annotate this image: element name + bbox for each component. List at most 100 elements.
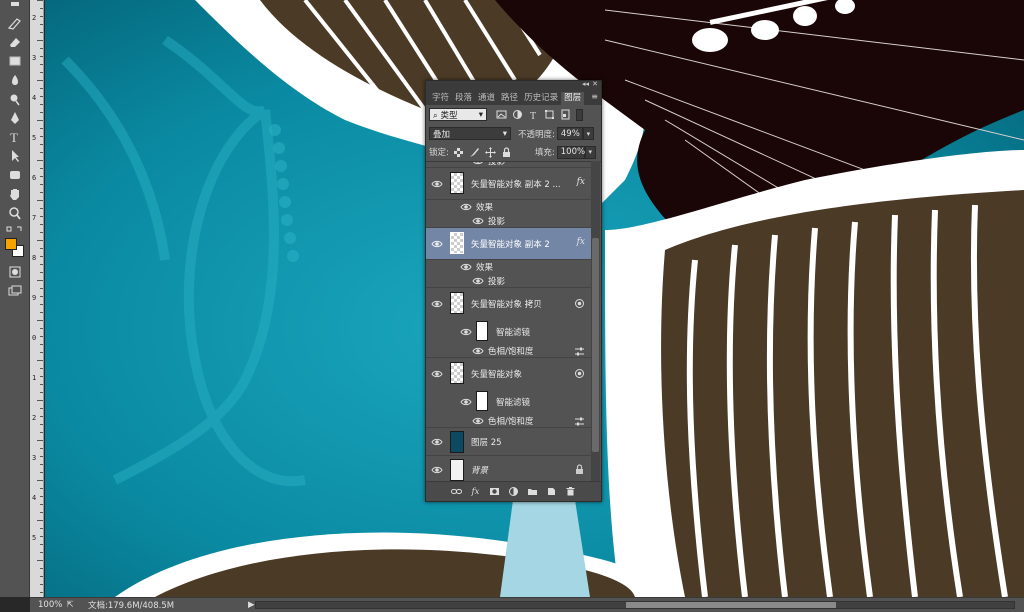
trash-icon[interactable] bbox=[565, 486, 577, 498]
lock-position-icon[interactable] bbox=[484, 146, 497, 158]
smart-filter-row[interactable]: 智能滤镜 bbox=[426, 320, 591, 344]
eye-icon[interactable] bbox=[460, 201, 472, 213]
panel-title-bar[interactable]: ◂◂ ✕ bbox=[426, 80, 601, 91]
layer-thumbnail[interactable] bbox=[450, 459, 464, 481]
export-icon[interactable]: ⇱ bbox=[62, 600, 78, 610]
foreground-color-swatch[interactable] bbox=[5, 238, 17, 250]
eye-icon[interactable] bbox=[431, 436, 443, 448]
eye-icon[interactable] bbox=[472, 162, 484, 167]
layer-thumbnail[interactable] bbox=[450, 292, 464, 314]
layers-scroll-thumb[interactable] bbox=[592, 238, 599, 452]
layers-scrollbar[interactable] bbox=[591, 161, 600, 483]
zoom-level[interactable]: 100% bbox=[30, 600, 62, 610]
zoom-tool-icon[interactable] bbox=[5, 205, 25, 221]
layer-row[interactable]: 矢量智能对象 拷贝 bbox=[426, 288, 591, 320]
path-selection-tool-icon[interactable] bbox=[5, 148, 25, 164]
background-layer-row[interactable]: 背景 bbox=[426, 456, 591, 483]
layer-row[interactable]: 矢量智能对象 bbox=[426, 358, 591, 390]
filter-item-row[interactable]: 色相/饱和度 bbox=[426, 414, 591, 428]
layer-thumbnail[interactable] bbox=[450, 232, 464, 254]
new-layer-icon[interactable] bbox=[546, 486, 558, 498]
layer-name[interactable]: 矢量智能对象 拷贝 bbox=[471, 298, 542, 310]
filter-shape-icon[interactable] bbox=[543, 109, 556, 121]
smart-filter-visibility-icon[interactable] bbox=[574, 368, 585, 379]
layer-name[interactable]: 矢量智能对象 副本 2 ... bbox=[471, 178, 561, 190]
filter-options-icon[interactable] bbox=[574, 346, 585, 357]
eye-icon[interactable] bbox=[460, 261, 472, 273]
filter-smart-object-icon[interactable] bbox=[559, 109, 572, 121]
fx-icon[interactable]: fx bbox=[577, 237, 585, 247]
eye-icon[interactable] bbox=[472, 415, 484, 427]
panel-menu-icon[interactable]: ≡ bbox=[591, 92, 598, 101]
tab-layers[interactable]: 图层 bbox=[561, 92, 585, 105]
filter-item-row[interactable]: 色相/饱和度 bbox=[426, 344, 591, 358]
eye-icon[interactable] bbox=[431, 298, 443, 310]
filter-pixel-icon[interactable] bbox=[495, 109, 508, 121]
link-layers-icon[interactable] bbox=[451, 486, 463, 498]
layer-name[interactable]: 背景 bbox=[471, 464, 488, 476]
tab-paths[interactable]: 路径 bbox=[498, 92, 521, 105]
eye-icon[interactable] bbox=[460, 326, 472, 338]
layer-name[interactable]: 矢量智能对象 bbox=[471, 368, 522, 380]
eye-icon[interactable] bbox=[472, 275, 484, 287]
swap-colors-icon[interactable] bbox=[5, 222, 25, 232]
horizontal-scrollbar[interactable] bbox=[255, 601, 1015, 609]
screen-mode-icon[interactable] bbox=[5, 283, 25, 299]
vertical-ruler[interactable]: 2 3 4 5 6 7 8 9 0 1 2 3 4 5 bbox=[30, 0, 44, 597]
type-tool-icon[interactable]: T bbox=[5, 129, 25, 145]
filter-kind-select[interactable]: ⌕ 类型 ▾ bbox=[429, 108, 487, 121]
blur-tool-icon[interactable] bbox=[5, 72, 25, 88]
eye-icon[interactable] bbox=[431, 238, 443, 250]
layer-effects-group[interactable]: 效果 bbox=[426, 200, 591, 214]
tab-character[interactable]: 字符 bbox=[429, 92, 452, 105]
gradient-tool-icon[interactable] bbox=[5, 53, 25, 69]
layer-row[interactable]: 矢量智能对象 副本 2 ... fx bbox=[426, 168, 591, 200]
layer-name[interactable]: 矢量智能对象 副本 2 bbox=[471, 238, 550, 250]
filter-adjustment-icon[interactable] bbox=[511, 109, 524, 121]
smart-filter-row[interactable]: 智能滤镜 bbox=[426, 390, 591, 414]
dodge-tool-icon[interactable] bbox=[5, 91, 25, 107]
layers-list[interactable]: 投影 矢量智能对象 副本 2 ... fx 效果 投影 矢量智能对象 副本 2 … bbox=[426, 161, 591, 483]
fx-icon[interactable]: fx bbox=[577, 177, 585, 187]
lock-all-icon[interactable] bbox=[500, 146, 513, 158]
filter-type-icon[interactable]: T bbox=[527, 109, 540, 121]
fill-slider-arrow-icon[interactable]: ▾ bbox=[584, 145, 596, 159]
rectangle-tool-icon[interactable] bbox=[5, 167, 25, 183]
close-panel-icon[interactable]: ✕ bbox=[592, 80, 598, 88]
eye-icon[interactable] bbox=[472, 215, 484, 227]
lock-image-pixels-icon[interactable] bbox=[468, 146, 481, 158]
layer-effect-drop-shadow[interactable]: 投影 bbox=[426, 214, 591, 228]
eye-icon[interactable] bbox=[472, 345, 484, 357]
layer-thumbnail[interactable] bbox=[450, 431, 464, 453]
filter-mask-thumbnail[interactable] bbox=[476, 391, 488, 411]
filter-mask-thumbnail[interactable] bbox=[476, 321, 488, 341]
fx-icon[interactable]: fx bbox=[470, 486, 482, 498]
horizontal-scroll-thumb[interactable] bbox=[626, 602, 836, 608]
tab-history[interactable]: 历史记录 bbox=[521, 92, 561, 105]
layer-thumbnail[interactable] bbox=[450, 362, 464, 384]
filter-options-icon[interactable] bbox=[574, 416, 585, 427]
hand-tool-icon[interactable] bbox=[5, 186, 25, 202]
smart-filter-visibility-icon[interactable] bbox=[574, 298, 585, 309]
layer-effect-drop-shadow[interactable]: 投影 bbox=[426, 162, 591, 168]
layer-effects-group[interactable]: 效果 bbox=[426, 260, 591, 274]
eye-icon[interactable] bbox=[431, 464, 443, 476]
lock-transparent-pixels-icon[interactable] bbox=[452, 146, 465, 158]
layer-name[interactable]: 图层 25 bbox=[471, 436, 502, 448]
eye-icon[interactable] bbox=[431, 178, 443, 190]
adjustment-layer-icon[interactable] bbox=[508, 486, 520, 498]
layer-thumbnail[interactable] bbox=[450, 172, 464, 194]
collapse-panel-icon[interactable]: ◂◂ bbox=[582, 80, 589, 88]
eraser-tool-icon[interactable] bbox=[5, 0, 25, 16]
add-mask-icon[interactable] bbox=[489, 486, 501, 498]
tab-paragraph[interactable]: 段落 bbox=[452, 92, 475, 105]
eye-icon[interactable] bbox=[460, 396, 472, 408]
filter-toggle[interactable] bbox=[576, 108, 583, 121]
layer-row[interactable]: 图层 25 bbox=[426, 428, 591, 456]
pen-tool-icon[interactable] bbox=[5, 110, 25, 126]
quick-mask-icon[interactable] bbox=[5, 264, 25, 280]
opacity-slider-arrow-icon[interactable]: ▾ bbox=[582, 127, 594, 140]
eraser-icon[interactable] bbox=[5, 34, 25, 50]
layer-effect-drop-shadow[interactable]: 投影 bbox=[426, 274, 591, 288]
eye-icon[interactable] bbox=[431, 368, 443, 380]
